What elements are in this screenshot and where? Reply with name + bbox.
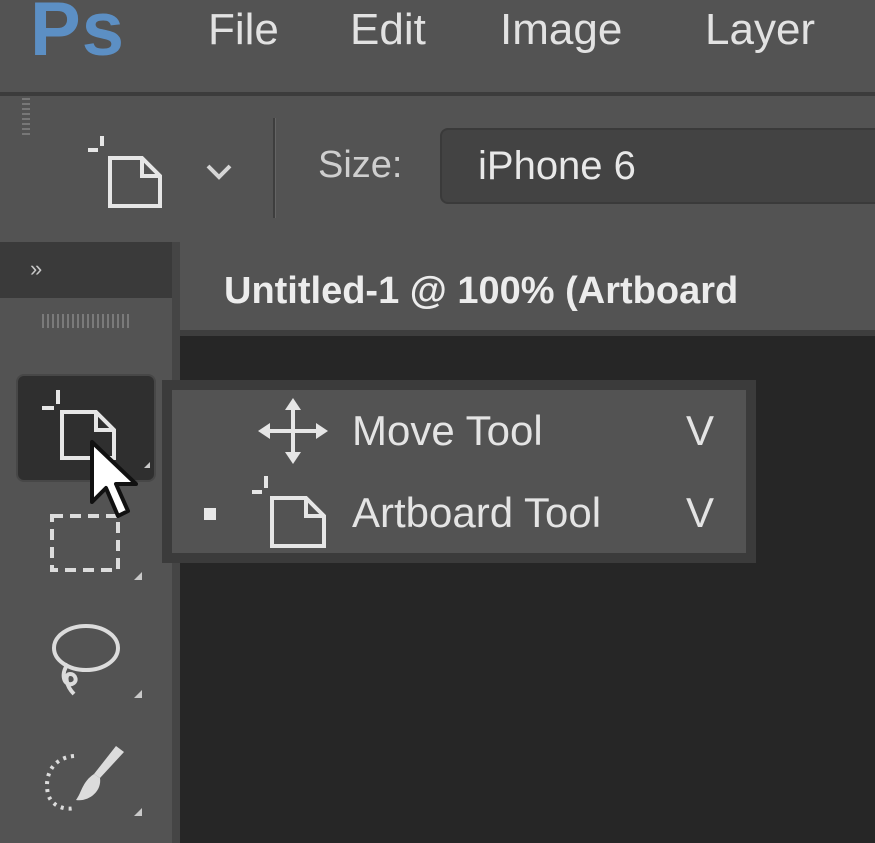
flyout-item-shortcut: V — [686, 407, 715, 454]
chevron-down-icon[interactable] — [204, 162, 234, 182]
tools-panel-grip[interactable] — [42, 314, 132, 328]
quick-selection-icon — [45, 746, 142, 816]
flyout-item-label: Move Tool — [352, 407, 543, 454]
quick-selection-tool-button[interactable] — [16, 730, 156, 838]
size-select[interactable]: iPhone 6 — [440, 128, 875, 204]
tools-panel — [0, 298, 172, 843]
tool-flyout-menu: Move Tool V Artboard Tool V — [162, 380, 756, 563]
options-divider — [273, 118, 276, 218]
options-bar: Size: iPhone 6 — [0, 96, 875, 242]
tools-panel-header: » — [0, 242, 172, 298]
size-select-value: iPhone 6 — [478, 144, 636, 188]
move-icon — [258, 398, 328, 464]
document-tab-bar: Untitled-1 @ 100% (Artboard — [180, 242, 875, 330]
document-tab[interactable]: Untitled-1 @ 100% (Artboard — [224, 272, 738, 310]
flyout-item-artboard-tool[interactable]: Artboard Tool V — [172, 472, 746, 554]
artboard-icon[interactable] — [88, 136, 168, 208]
artboard-icon — [252, 476, 326, 548]
menu-bar: Ps File Edit Image Layer — [0, 0, 875, 92]
flyout-item-shortcut: V — [686, 489, 715, 536]
photoshop-window: Ps File Edit Image Layer Size: iPhone 6 … — [0, 0, 875, 843]
menu-edit[interactable]: Edit — [350, 8, 426, 52]
menu-file[interactable]: File — [208, 8, 279, 52]
tool-flyout-body: Move Tool V Artboard Tool V — [172, 390, 746, 553]
collapse-panel-icon[interactable]: » — [30, 256, 42, 282]
menu-layer[interactable]: Layer — [705, 8, 815, 52]
mouse-cursor-icon — [90, 440, 138, 518]
selected-bullet-icon — [204, 508, 216, 520]
photoshop-logo: Ps — [30, 0, 125, 72]
lasso-icon — [52, 624, 142, 698]
size-label: Size: — [318, 144, 403, 186]
lasso-tool-button[interactable] — [16, 612, 156, 720]
menu-image[interactable]: Image — [500, 8, 622, 52]
options-bar-grip[interactable] — [22, 98, 30, 138]
flyout-item-move-tool[interactable]: Move Tool V — [172, 390, 746, 472]
flyout-item-label: Artboard Tool — [352, 489, 602, 536]
